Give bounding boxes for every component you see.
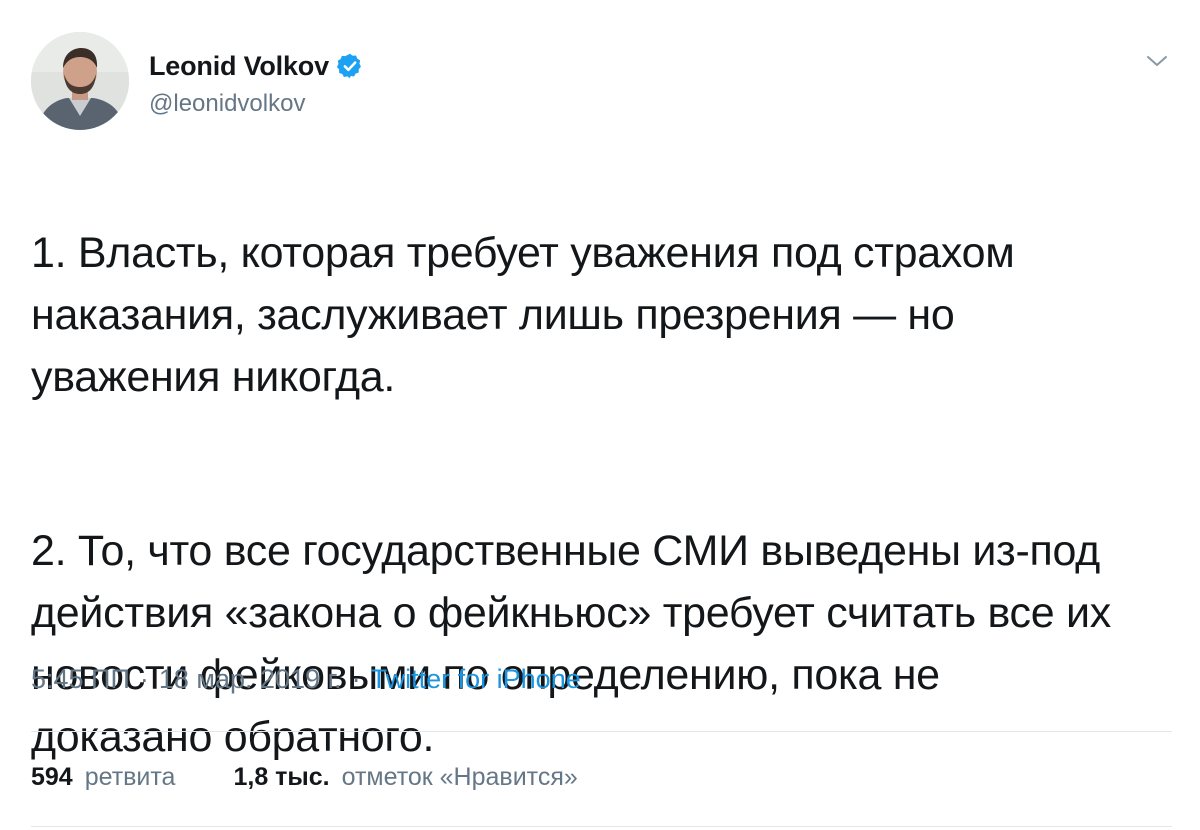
author-name[interactable]: Leonid Volkov bbox=[149, 51, 329, 82]
user-photo bbox=[31, 32, 129, 130]
retweets-stat[interactable]: 594 ретвита bbox=[31, 763, 175, 792]
avatar[interactable] bbox=[31, 32, 129, 130]
likes-label: отметок «Нравится» bbox=[341, 763, 578, 791]
divider bbox=[31, 826, 1172, 827]
divider bbox=[31, 731, 1172, 732]
tweet-stats: 594 ретвита 1,8 тыс. отметок «Нравится» bbox=[31, 763, 578, 792]
chevron-down-icon[interactable] bbox=[1145, 49, 1169, 73]
author-name-row[interactable]: Leonid Volkov bbox=[149, 50, 364, 82]
author-handle[interactable]: @leonidvolkov bbox=[149, 90, 305, 118]
tweet-date[interactable]: 18 мар. 2019 г. bbox=[159, 664, 342, 695]
retweets-count: 594 bbox=[31, 763, 73, 791]
tweet-text: 1. Власть, которая требует уважения под … bbox=[31, 160, 1176, 830]
likes-stat[interactable]: 1,8 тыс. отметок «Нравится» bbox=[233, 763, 577, 792]
tweet-time[interactable]: 5:45 ПП bbox=[31, 664, 130, 695]
verified-badge-icon bbox=[336, 53, 361, 79]
meta-separator: · bbox=[351, 664, 361, 694]
retweets-label: ретвита bbox=[84, 763, 176, 791]
meta-separator: · bbox=[139, 664, 149, 694]
tweet-paragraph-1: 1. Власть, которая требует уважения под … bbox=[31, 229, 1015, 401]
tweet-meta: 5:45 ПП · 18 мар. 2019 г. · Twitter for … bbox=[31, 664, 581, 695]
likes-count: 1,8 тыс. bbox=[233, 763, 330, 791]
tweet-source-link[interactable]: Twitter for iPhone bbox=[371, 664, 581, 695]
